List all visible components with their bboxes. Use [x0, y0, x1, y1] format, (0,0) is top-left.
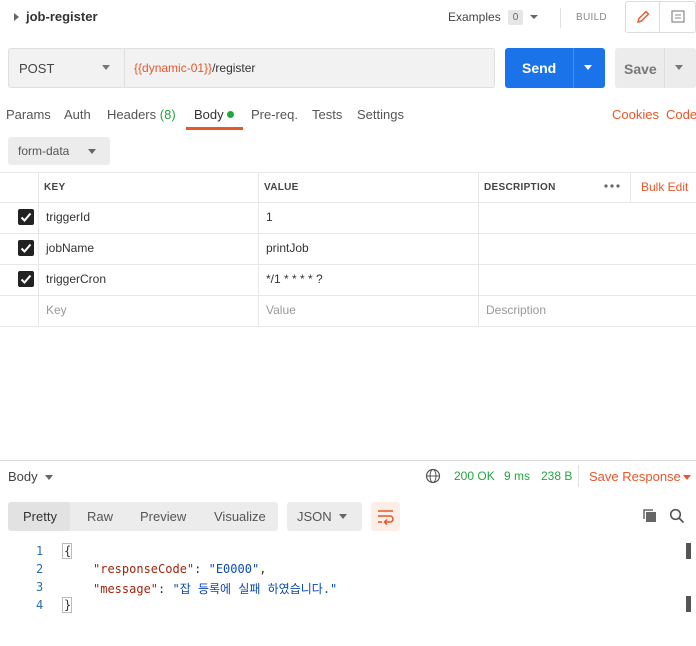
row-value[interactable]: printJob — [266, 241, 309, 255]
scrollbar-marker[interactable] — [686, 543, 691, 559]
response-time[interactable]: 9 ms — [504, 469, 530, 483]
status-code[interactable]: 200 OK — [454, 469, 495, 483]
url-variable: {{dynamic-01}} — [134, 61, 213, 75]
row-checkbox[interactable] — [18, 271, 34, 287]
divider — [0, 460, 696, 461]
json-line: "message": "잡 등록에 실패 하였습니다." — [93, 582, 338, 596]
chevron-down-icon[interactable] — [674, 64, 684, 72]
tab-settings[interactable]: Settings — [357, 107, 404, 122]
table-border — [478, 172, 479, 327]
value-placeholder[interactable]: Value — [266, 303, 296, 317]
pencil-icon — [635, 9, 651, 25]
url-text[interactable]: {{dynamic-01}}/register — [134, 61, 255, 75]
chevron-down-icon[interactable] — [583, 64, 593, 72]
tab-headers-label: Headers — [107, 107, 157, 122]
send-label: Send — [522, 60, 557, 76]
divider — [573, 48, 574, 88]
table-border — [0, 233, 696, 234]
column-header-description: DESCRIPTION — [484, 182, 556, 193]
save-label: Save — [624, 61, 657, 77]
row-key[interactable]: jobName — [46, 241, 94, 255]
row-key[interactable]: triggerId — [46, 210, 90, 224]
body-type-label: form-data — [18, 144, 70, 158]
column-header-value: VALUE — [264, 182, 299, 193]
table-border — [0, 326, 696, 327]
copy-icon[interactable] — [642, 508, 658, 524]
line-number: 2 — [36, 562, 44, 576]
table-border — [630, 172, 631, 202]
view-tab-visualize[interactable]: Visualize — [214, 509, 266, 524]
cookies-link[interactable]: Cookies — [612, 107, 659, 122]
body-active-dot — [227, 111, 234, 118]
wrap-lines-icon — [377, 508, 394, 525]
format-label: JSON — [297, 509, 332, 524]
row-value[interactable]: */1 * * * * ? — [266, 272, 323, 286]
chevron-down-icon[interactable] — [338, 513, 348, 521]
examples-label[interactable]: Examples — [448, 10, 501, 24]
divider — [664, 48, 665, 88]
document-icon — [670, 9, 686, 25]
key-placeholder[interactable]: Key — [46, 303, 67, 317]
bulk-edit-link[interactable]: Bulk Edit — [641, 180, 688, 194]
line-number: 4 — [36, 598, 44, 612]
tab-params[interactable]: Params — [6, 107, 51, 122]
chevron-down-icon[interactable] — [529, 12, 539, 22]
json-key: "responseCode" — [93, 562, 195, 576]
view-tab-preview[interactable]: Preview — [140, 509, 186, 524]
table-border — [0, 172, 696, 173]
chevron-down-icon[interactable] — [44, 474, 54, 482]
table-border — [38, 172, 39, 327]
tab-auth[interactable]: Auth — [64, 107, 91, 122]
row-checkbox[interactable] — [18, 240, 34, 256]
response-section-label[interactable]: Body — [8, 469, 38, 484]
request-title[interactable]: job-register — [26, 9, 98, 24]
column-header-key: KEY — [44, 182, 66, 193]
json-close-brace: } — [64, 598, 72, 612]
table-border — [0, 202, 696, 203]
active-tab-indicator — [186, 127, 243, 130]
tab-tests[interactable]: Tests — [312, 107, 342, 122]
table-border — [258, 172, 259, 327]
edit-mode-button[interactable] — [626, 2, 660, 32]
chevron-down-icon[interactable] — [87, 148, 97, 156]
response-size[interactable]: 238 B — [541, 469, 572, 483]
json-value: "잡 등록에 실패 하였습니다." — [172, 582, 338, 596]
row-checkbox[interactable] — [18, 209, 34, 225]
wrap-lines-button[interactable] — [371, 502, 400, 531]
view-tab-pretty[interactable]: Pretty — [23, 509, 57, 524]
json-line: "responseCode": "E0000", — [93, 562, 267, 576]
build-label: BUILD — [576, 12, 607, 23]
globe-icon[interactable] — [425, 468, 441, 484]
method-label: POST — [19, 61, 55, 76]
chevron-down-icon[interactable] — [682, 474, 692, 482]
json-open-brace: { — [64, 544, 72, 558]
url-path: /register — [212, 61, 256, 75]
divider — [578, 465, 579, 487]
save-response-button[interactable]: Save Response — [589, 469, 681, 484]
tab-body[interactable]: Body — [194, 107, 224, 122]
tab-prereq[interactable]: Pre-req. — [251, 107, 298, 122]
documentation-mode-button[interactable] — [661, 2, 695, 32]
search-icon[interactable] — [669, 508, 685, 524]
description-placeholder[interactable]: Description — [486, 303, 546, 317]
form-data-table — [0, 172, 696, 327]
json-key: "message" — [93, 582, 159, 596]
view-tab-raw[interactable]: Raw — [87, 509, 113, 524]
headers-count: (8) — [159, 107, 176, 122]
chevron-down-icon[interactable] — [101, 64, 111, 72]
json-value: "E0000" — [208, 562, 260, 576]
examples-count-badge: 0 — [508, 10, 523, 25]
tab-headers[interactable]: Headers (8) — [107, 107, 176, 122]
code-link[interactable]: Code — [666, 107, 696, 122]
table-border — [0, 264, 696, 265]
table-border — [0, 295, 696, 296]
line-number: 1 — [36, 544, 44, 558]
divider — [560, 8, 561, 28]
scrollbar-marker[interactable] — [686, 596, 691, 612]
caret-right-icon[interactable] — [13, 12, 21, 22]
more-options-icon[interactable] — [603, 183, 621, 189]
line-number: 3 — [36, 580, 44, 594]
row-value[interactable]: 1 — [266, 210, 273, 224]
row-key[interactable]: triggerCron — [46, 272, 106, 286]
